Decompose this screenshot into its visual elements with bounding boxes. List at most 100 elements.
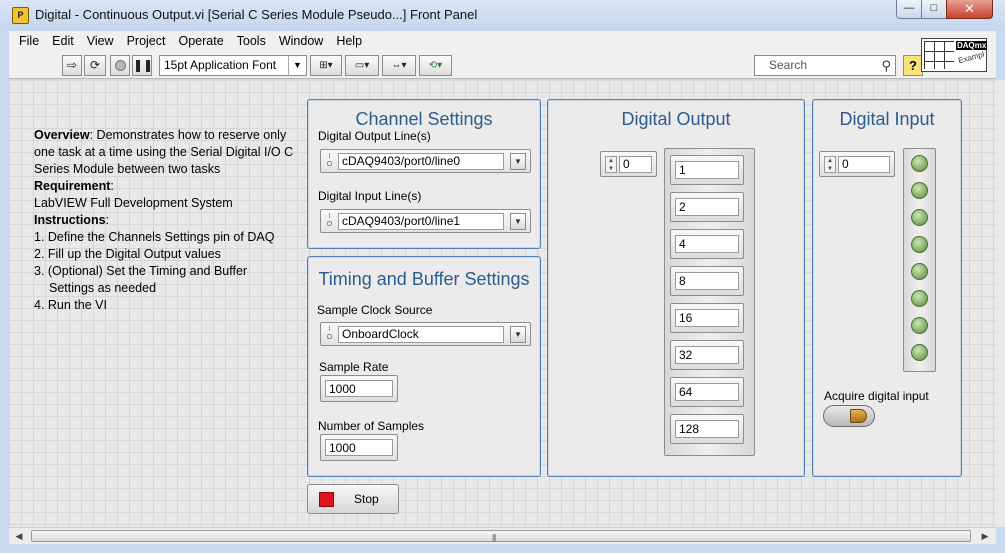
- search-placeholder: Search: [769, 58, 808, 72]
- horizontal-scrollbar[interactable]: ◀ ||| ▶: [9, 527, 996, 544]
- front-panel: Overview: Demonstrates how to reserve on…: [9, 80, 996, 527]
- digital-input-title: Digital Input: [839, 109, 935, 129]
- digital-output-element-value[interactable]: 128: [675, 420, 739, 438]
- chevron-down-icon[interactable]: ▼: [510, 153, 526, 170]
- digital-output-element-value[interactable]: 4: [675, 235, 739, 253]
- search-input[interactable]: Search ⚲: [754, 55, 896, 76]
- window-bottom-border: [9, 544, 996, 553]
- search-icon[interactable]: ⚲: [881, 56, 891, 75]
- index-spinner-icon[interactable]: ▲ ▼: [824, 156, 836, 173]
- digital-output-element-value[interactable]: 64: [675, 383, 739, 401]
- digital-output-element[interactable]: 128: [670, 414, 744, 444]
- menu-project[interactable]: Project: [127, 34, 166, 48]
- digital-input-index-value[interactable]: 0: [838, 156, 890, 173]
- led-indicator: [911, 290, 928, 307]
- vi-connector-icon[interactable]: DAQmx Exampl: [921, 38, 988, 72]
- digital-input-lines-value[interactable]: cDAQ9403/port0/line1: [338, 213, 504, 230]
- led-indicator: [911, 344, 928, 361]
- requirement-label: Requirement: [34, 179, 111, 193]
- scroll-left-arrow-icon[interactable]: ◀: [11, 529, 27, 543]
- number-of-samples-value[interactable]: 1000: [325, 439, 393, 456]
- labview-app-icon[interactable]: P: [12, 7, 29, 24]
- digital-output-lines-control[interactable]: IO cDAQ9403/port0/line0 ▼: [320, 149, 531, 173]
- reorder-icon[interactable]: ⟲▾: [419, 55, 452, 76]
- chevron-down-icon[interactable]: ▼: [510, 326, 526, 343]
- title-bar: P Digital - Continuous Output.vi [Serial…: [0, 0, 1005, 31]
- menu-tools[interactable]: Tools: [237, 34, 266, 48]
- digital-output-element-value[interactable]: 8: [675, 272, 739, 290]
- led-indicator: [911, 155, 928, 172]
- menu-window[interactable]: Window: [279, 34, 323, 48]
- menu-bar: File Edit View Project Operate Tools Win…: [9, 31, 996, 51]
- digital-output-element[interactable]: 32: [670, 340, 744, 370]
- led-indicator: [911, 263, 928, 280]
- stop-button[interactable]: Stop: [307, 484, 399, 514]
- digital-output-element[interactable]: 8: [670, 266, 744, 296]
- menu-file[interactable]: File: [19, 34, 39, 48]
- sample-rate-value[interactable]: 1000: [325, 380, 393, 397]
- run-continuously-icon[interactable]: ⟳: [84, 55, 106, 76]
- digital-output-element[interactable]: 16: [670, 303, 744, 333]
- menu-operate[interactable]: Operate: [178, 34, 223, 48]
- digital-output-lines-value[interactable]: cDAQ9403/port0/line0: [338, 153, 504, 170]
- digital-output-array-index[interactable]: ▲ ▼ 0: [600, 151, 657, 177]
- instructions-colon: :: [105, 213, 110, 227]
- sample-clock-source-label: Sample Clock Source: [317, 303, 433, 317]
- sample-rate-control[interactable]: 1000: [320, 375, 398, 402]
- channel-settings-title: Channel Settings: [355, 109, 493, 129]
- digital-output-element[interactable]: 2: [670, 192, 744, 222]
- distribute-objects-icon[interactable]: ▭▾: [345, 55, 379, 76]
- channel-settings-panel: Channel Settings Digital Output Line(s) …: [307, 99, 541, 249]
- instruction-step: 2. Fill up the Digital Output values: [34, 247, 221, 261]
- maximize-button[interactable]: □: [921, 0, 947, 19]
- requirement-text: LabVIEW Full Development System: [34, 196, 233, 210]
- digital-output-element-value[interactable]: 2: [675, 198, 739, 216]
- io-name-icon: IO: [326, 326, 333, 341]
- pause-icon[interactable]: ❚❚: [132, 55, 153, 76]
- abort-icon[interactable]: [110, 55, 130, 76]
- digital-output-index-value[interactable]: 0: [619, 156, 652, 173]
- acquire-digital-input-toggle[interactable]: [823, 405, 875, 427]
- sample-clock-source-control[interactable]: IO OnboardClock ▼: [320, 322, 531, 346]
- vertical-scroll-track[interactable]: [996, 80, 1005, 527]
- stop-square-icon: [319, 492, 334, 507]
- connector-pane-grid: [924, 41, 954, 69]
- digital-output-element[interactable]: 4: [670, 229, 744, 259]
- digital-output-element-value[interactable]: 16: [675, 309, 739, 327]
- scroll-right-arrow-icon[interactable]: ▶: [977, 529, 993, 543]
- window-title: Digital - Continuous Output.vi [Serial C…: [35, 7, 478, 22]
- chevron-down-icon[interactable]: ▼: [510, 213, 526, 230]
- font-select[interactable]: 15pt Application Font ▼: [159, 55, 307, 76]
- sample-clock-source-value[interactable]: OnboardClock: [338, 326, 504, 343]
- font-select-value: 15pt Application Font: [164, 58, 277, 72]
- number-of-samples-control[interactable]: 1000: [320, 434, 398, 461]
- menu-edit[interactable]: Edit: [52, 34, 74, 48]
- digital-output-element-value[interactable]: 1: [675, 161, 739, 179]
- io-name-icon: IO: [326, 213, 333, 228]
- instruction-step: 1. Define the Channels Settings pin of D…: [34, 230, 275, 244]
- instruction-step: 3. (Optional) Set the Timing and Buffer: [34, 264, 248, 278]
- overview-text: Overview: Demonstrates how to reserve on…: [34, 127, 304, 314]
- align-objects-icon[interactable]: ⊞▾: [310, 55, 342, 76]
- index-spinner-icon[interactable]: ▲ ▼: [605, 156, 617, 173]
- acquire-digital-input-label: Acquire digital input: [824, 389, 929, 403]
- digital-output-element[interactable]: 64: [670, 377, 744, 407]
- digital-output-element-value[interactable]: 32: [675, 346, 739, 364]
- digital-input-lines-control[interactable]: IO cDAQ9403/port0/line1 ▼: [320, 209, 531, 233]
- minimize-button[interactable]: —: [896, 0, 922, 19]
- digital-output-element[interactable]: 1: [670, 155, 744, 185]
- scroll-grip-icon: |||: [492, 533, 496, 542]
- digital-output-panel: Digital Output ▲ ▼ 0 1 2 4 8 16 32 64 128: [547, 99, 805, 477]
- timing-buffer-panel: Timing and Buffer Settings Sample Clock …: [307, 256, 541, 477]
- led-indicator: [911, 236, 928, 253]
- run-arrow-icon[interactable]: ⇨: [62, 55, 82, 76]
- close-button[interactable]: ✕: [946, 0, 993, 19]
- toggle-knob[interactable]: [850, 409, 867, 423]
- resize-objects-icon[interactable]: ⇔▾: [382, 55, 416, 76]
- horizontal-scroll-thumb[interactable]: |||: [31, 530, 971, 542]
- menu-help[interactable]: Help: [336, 34, 362, 48]
- context-help-button[interactable]: ?: [903, 55, 923, 76]
- number-of-samples-label: Number of Samples: [318, 419, 425, 433]
- digital-input-array-index[interactable]: ▲ ▼ 0: [819, 151, 895, 177]
- menu-view[interactable]: View: [87, 34, 114, 48]
